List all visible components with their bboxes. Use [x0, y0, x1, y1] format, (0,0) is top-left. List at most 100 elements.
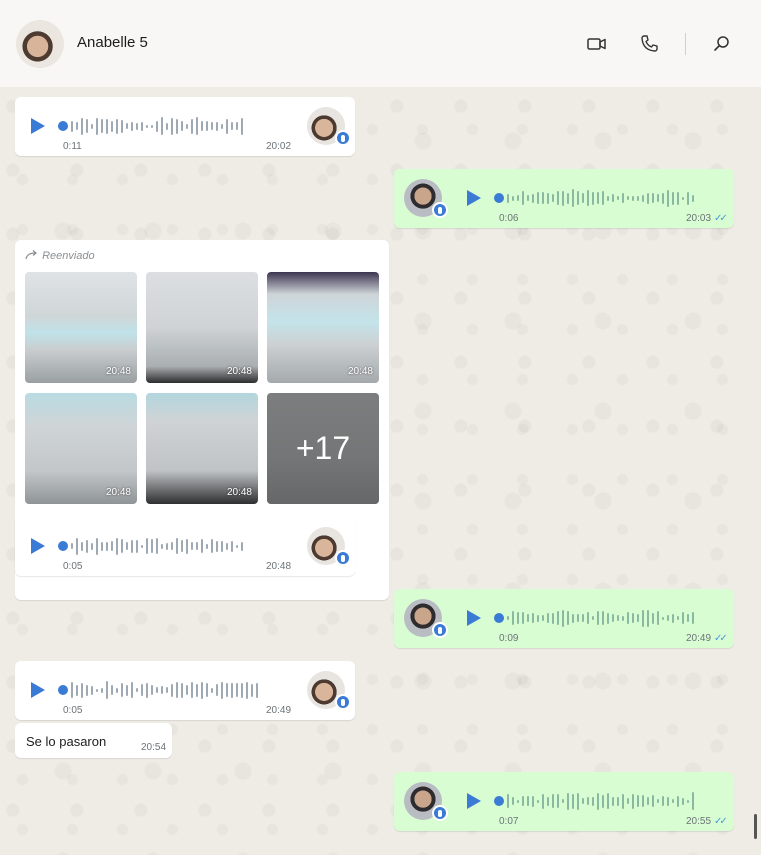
scrollbar-thumb[interactable]	[754, 814, 757, 839]
waveform-bar	[196, 542, 198, 550]
media-thumbnail[interactable]: +17	[267, 393, 379, 504]
message-text: Se lo pasaron	[26, 734, 107, 749]
playback-handle[interactable]	[494, 613, 504, 623]
waveform-bar	[206, 543, 208, 549]
waveform[interactable]	[507, 187, 721, 209]
thumbnail-time: 20:48	[226, 487, 252, 498]
waveform-bar	[216, 684, 218, 696]
media-thumbnail[interactable]: 20:48	[25, 272, 137, 383]
waveform-bar	[662, 616, 664, 620]
playback-handle[interactable]	[58, 121, 68, 131]
waveform[interactable]	[71, 679, 285, 701]
more-media-count[interactable]: +17	[267, 393, 379, 504]
waveform-bar	[692, 194, 694, 202]
waveform-bar	[136, 539, 138, 553]
waveform-bar	[146, 124, 148, 128]
waveform-bar	[557, 611, 559, 625]
waveform-bar	[156, 687, 158, 693]
waveform-bar	[111, 685, 113, 695]
play-icon[interactable]	[31, 118, 45, 134]
voice-call-icon[interactable]	[638, 33, 660, 55]
waveform-bar	[637, 614, 639, 622]
playback-handle[interactable]	[58, 685, 68, 695]
waveform-bar	[682, 612, 684, 624]
waveform-bar	[527, 195, 529, 201]
waveform-bar	[692, 612, 694, 624]
play-icon[interactable]	[31, 682, 45, 698]
waveform-bar	[507, 616, 509, 620]
waveform-bar	[71, 120, 73, 132]
play-icon[interactable]	[467, 610, 481, 626]
media-thumbnail[interactable]: 20:48	[146, 272, 258, 383]
voice-duration: 0:05	[63, 705, 83, 716]
waveform-bar	[211, 122, 213, 130]
waveform-bar	[692, 792, 694, 810]
playback-handle[interactable]	[58, 541, 68, 551]
waveform-bar	[682, 196, 684, 200]
play-icon[interactable]	[467, 190, 481, 206]
media-thumbnail[interactable]: 20:48	[146, 393, 258, 504]
waveform-bar	[567, 792, 569, 810]
header-divider	[685, 33, 686, 55]
waveform-bar	[201, 121, 203, 131]
search-icon[interactable]	[711, 33, 733, 55]
waveform-bar	[131, 539, 133, 553]
waveform-bar	[512, 611, 514, 625]
waveform-bar	[131, 121, 133, 131]
waveform[interactable]	[71, 535, 285, 557]
waveform-bar	[226, 118, 228, 134]
waveform-bar	[96, 117, 98, 135]
waveform-bar	[81, 682, 83, 698]
chat-area[interactable]: 0:11 20:02 0:06 20:03 ✓✓ Reenviado 20:48…	[0, 87, 761, 855]
waveform-bar	[552, 194, 554, 202]
waveform-bar	[637, 195, 639, 201]
media-thumbnail[interactable]: 20:48	[25, 393, 137, 504]
mic-icon	[432, 622, 448, 638]
waveform-bar	[602, 794, 604, 808]
waveform-bar	[557, 794, 559, 808]
waveform-bar	[602, 611, 604, 625]
read-ticks-icon: ✓✓	[714, 213, 728, 224]
waveform-bar	[126, 684, 128, 696]
waveform-bar	[607, 195, 609, 201]
waveform-bar	[562, 190, 564, 206]
message-time: 20:49	[266, 705, 292, 716]
voice-message: 0:07 20:55 ✓✓	[394, 772, 734, 831]
waveform-bar	[652, 795, 654, 807]
waveform-bar	[682, 797, 684, 805]
play-icon[interactable]	[31, 538, 45, 554]
waveform-bar	[662, 796, 664, 806]
waveform[interactable]	[71, 115, 285, 137]
waveform-bar	[567, 192, 569, 204]
waveform-bar	[677, 616, 679, 620]
waveform-bar	[166, 687, 168, 693]
play-icon[interactable]	[467, 793, 481, 809]
waveform-bar	[687, 799, 689, 803]
waveform[interactable]	[507, 790, 721, 812]
video-call-icon[interactable]	[586, 33, 608, 55]
media-thumbnail[interactable]: 20:48	[267, 272, 379, 383]
waveform-bar	[567, 611, 569, 625]
playback-handle[interactable]	[494, 796, 504, 806]
waveform-bar	[597, 792, 599, 810]
waveform-bar	[191, 542, 193, 550]
read-ticks-icon: ✓✓	[714, 633, 728, 644]
waveform-bar	[211, 687, 213, 693]
waveform-bar	[221, 123, 223, 129]
waveform[interactable]	[507, 607, 721, 629]
contact-name[interactable]: Anabelle 5	[77, 34, 148, 51]
waveform-bar	[71, 682, 73, 698]
waveform-bar	[146, 682, 148, 698]
playback-handle[interactable]	[494, 193, 504, 203]
waveform-bar	[647, 192, 649, 204]
waveform-bar	[76, 537, 78, 555]
waveform-bar	[582, 193, 584, 203]
forwarded-label: Reenviado	[25, 250, 95, 262]
thumbnail-time: 20:48	[347, 366, 373, 377]
waveform-bar	[642, 609, 644, 627]
contact-avatar[interactable]	[16, 20, 64, 68]
waveform-bar	[637, 795, 639, 807]
voice-duration: 0:05	[63, 561, 83, 572]
waveform-bar	[527, 796, 529, 806]
waveform-bar	[612, 796, 614, 806]
